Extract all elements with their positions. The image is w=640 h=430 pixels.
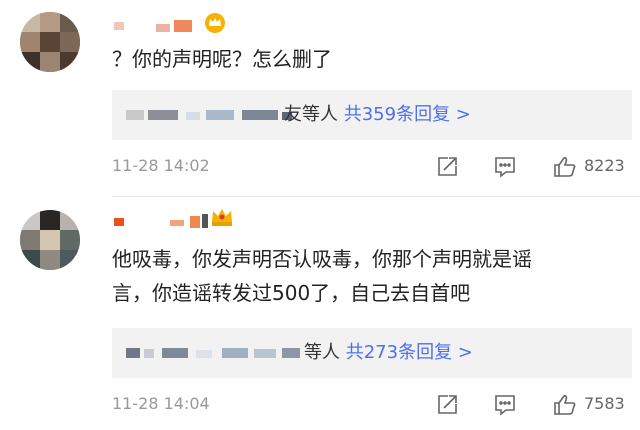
like-icon[interactable] xyxy=(552,154,578,184)
avatar[interactable] xyxy=(20,12,80,72)
reply-preview[interactable]: 友等人 共359条回复 > xyxy=(112,90,632,140)
reply-preview[interactable]: 等人 共273条回复 > xyxy=(112,328,632,378)
comment-text: ？你的声明呢？怎么删了 xyxy=(112,42,332,76)
replier-names-tail: 等人 xyxy=(304,342,340,363)
timestamp: 11-28 14:04 xyxy=(112,394,210,413)
comment-text-line: 他吸毒，你发声明否认吸毒，你那个声明就是谣 xyxy=(112,247,532,271)
like-icon[interactable] xyxy=(552,392,578,422)
vip-crown-icon xyxy=(210,206,232,228)
comment-item: 他吸毒，你发声明否认吸毒，你那个声明就是谣 言，你造谣转发过500了，自己去自首… xyxy=(0,198,640,430)
reply-count-link[interactable]: 共273条回复 > xyxy=(346,342,473,363)
comment-icon[interactable] xyxy=(492,392,518,422)
like-count: 7583 xyxy=(584,394,625,413)
username-obscured[interactable] xyxy=(112,10,232,36)
comment-item: ？你的声明呢？怎么删了 友等人 共359条回复 > 11-28 14:02 82… xyxy=(0,0,640,192)
timestamp: 11-28 14:02 xyxy=(112,156,210,175)
comment-text: 他吸毒，你发声明否认吸毒，你那个声明就是谣 言，你造谣转发过500了，自己去自首… xyxy=(112,242,532,310)
comment-text-line: 言，你造谣转发过500了，自己去自首吧 xyxy=(112,281,471,305)
replier-names-obscured xyxy=(126,110,292,120)
reply-count-link[interactable]: 共359条回复 > xyxy=(344,104,471,125)
comment-icon[interactable] xyxy=(492,154,518,184)
share-icon[interactable] xyxy=(434,392,460,422)
comment-meta: 11-28 14:04 7583 xyxy=(112,392,634,420)
like-count: 8223 xyxy=(584,156,625,175)
vip-crown-icon xyxy=(204,12,226,34)
replier-names-tail: 友等人 xyxy=(284,104,338,125)
avatar[interactable] xyxy=(20,210,80,270)
share-icon[interactable] xyxy=(434,154,460,184)
divider xyxy=(112,196,640,197)
username-obscured[interactable] xyxy=(112,206,262,232)
comment-meta: 11-28 14:02 8223 xyxy=(112,154,634,182)
replier-names-obscured xyxy=(126,348,300,358)
comment-text-line: ？你的声明呢？怎么删了 xyxy=(112,47,332,71)
